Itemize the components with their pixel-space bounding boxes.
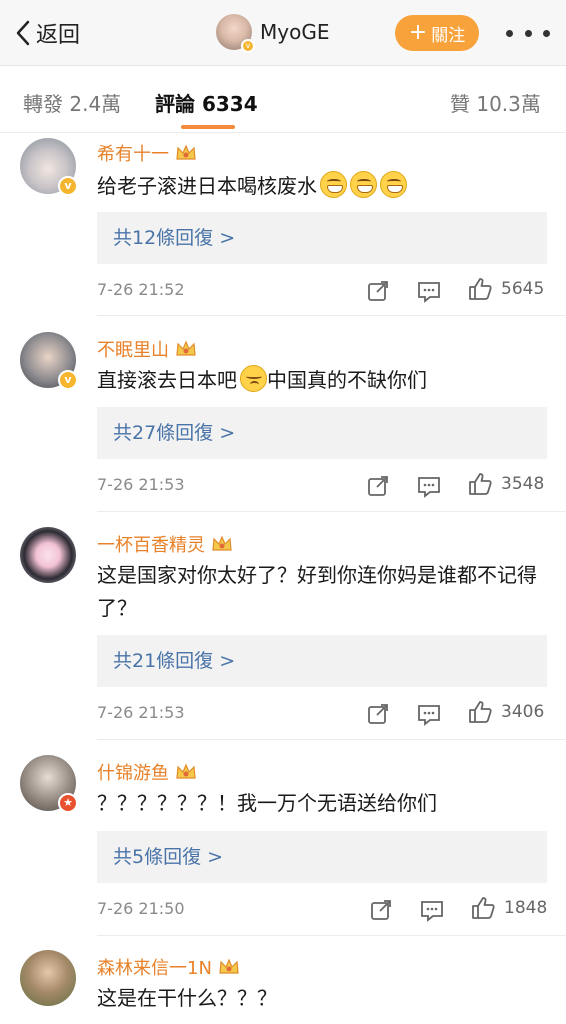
like-button[interactable]: 3406 xyxy=(467,699,544,725)
chevron-left-icon xyxy=(16,20,30,46)
comment-text-body: 中国真的不缺你们 xyxy=(267,368,427,392)
comment-time: 7-26 21:53 xyxy=(97,703,185,722)
follow-label: 關注 xyxy=(431,25,466,46)
view-replies-link[interactable]: 共12條回復 > xyxy=(97,212,547,264)
avatar[interactable] xyxy=(20,950,76,1006)
comment-text-body: 直接滚去日本吧 xyxy=(97,368,237,392)
like-button[interactable]: 1848 xyxy=(470,895,547,921)
comment-time: 7-26 21:52 xyxy=(97,280,185,299)
like-count: 1848 xyxy=(504,898,548,918)
member-crown-icon xyxy=(176,144,196,160)
member-crown-icon xyxy=(219,958,239,974)
comment-icon[interactable] xyxy=(416,701,442,727)
comment-meta: 7-26 21:50 1848 xyxy=(97,895,547,925)
thumbs-up-icon xyxy=(469,701,492,723)
comment-icon[interactable] xyxy=(416,278,442,304)
comment-time: 7-26 21:53 xyxy=(97,475,185,494)
member-crown-icon xyxy=(176,763,196,779)
tab-reposts[interactable]: 轉發 2.4萬 xyxy=(23,88,121,117)
view-replies-link[interactable]: 共21條回復 > xyxy=(97,635,547,687)
like-count: 3548 xyxy=(501,474,545,494)
comment-meta: 7-26 21:53 3548 xyxy=(97,471,547,501)
tab-bar: 轉發 2.4萬 評論 6334 贊 10.3萬 xyxy=(0,67,566,133)
like-count: 3406 xyxy=(501,702,545,722)
share-icon[interactable] xyxy=(365,278,391,304)
avatar[interactable]: ★ xyxy=(20,755,78,813)
comment-time: 7-26 21:50 xyxy=(97,899,185,918)
commenter-name[interactable]: 森林来信一1N xyxy=(97,954,212,980)
share-icon[interactable] xyxy=(365,701,391,727)
comment-header: 森林来信一1N xyxy=(97,954,240,980)
share-icon[interactable] xyxy=(365,473,391,499)
top-nav-bar: 返回 v MyoGE + 關注 xyxy=(0,0,566,66)
tab-likes[interactable]: 贊 10.3萬 xyxy=(450,88,541,117)
back-label: 返回 xyxy=(36,23,81,48)
thumbs-up-icon xyxy=(472,897,495,919)
comment-icon[interactable] xyxy=(419,897,445,923)
like-count: 5645 xyxy=(501,279,545,299)
grin-emoji-icon xyxy=(350,171,377,198)
avatar[interactable]: v xyxy=(20,138,78,196)
view-replies-link[interactable]: 共5條回復 > xyxy=(97,831,547,883)
back-button[interactable]: 返回 xyxy=(14,17,80,49)
follow-button[interactable]: + 關注 xyxy=(395,15,479,51)
comment-text: ？？？？？？！我一万个无语送给你们 xyxy=(97,791,437,815)
thumbs-up-icon xyxy=(469,473,492,495)
comment-text: 给老子滚进日本喝核废水 xyxy=(97,170,547,203)
view-replies-link[interactable]: 共27條回復 > xyxy=(97,407,547,459)
member-crown-icon xyxy=(176,340,196,356)
comment-header: 不眠里山 xyxy=(97,336,197,362)
commenter-name[interactable]: 希有十一 xyxy=(97,140,169,166)
avatar[interactable]: v xyxy=(20,332,78,390)
member-crown-icon xyxy=(212,535,232,551)
commenter-name[interactable]: 一杯百香精灵 xyxy=(97,531,205,557)
comment-header: 什锦游鱼 xyxy=(97,759,197,785)
avatar[interactable] xyxy=(20,527,76,583)
author-name: MyoGE xyxy=(260,20,330,44)
comment-meta: 7-26 21:52 5645 xyxy=(97,276,547,306)
comment-text: 这是在干什么？？？ xyxy=(97,986,277,1010)
avatar[interactable]: v xyxy=(216,14,255,53)
comment-text: 这是国家对你太好了？好到你连你妈是谁都不记得了？ xyxy=(97,563,537,620)
commenter-name[interactable]: 不眠里山 xyxy=(97,336,169,362)
verified-badge-icon: v xyxy=(58,176,78,196)
verified-badge-icon: v xyxy=(58,370,78,390)
divider xyxy=(97,935,566,936)
comment-header: 一杯百香精灵 xyxy=(97,531,233,557)
plus-icon: + xyxy=(408,20,428,45)
thumbs-up-icon xyxy=(469,278,492,300)
divider xyxy=(97,315,566,316)
comment-text-body: 给老子滚进日本喝核废水 xyxy=(97,174,317,198)
share-icon[interactable] xyxy=(368,897,394,923)
comment-meta: 7-26 21:53 3406 xyxy=(97,699,547,729)
like-button[interactable]: 5645 xyxy=(467,276,544,302)
sad-emoji-icon xyxy=(240,365,267,392)
more-options-icon[interactable] xyxy=(506,22,550,44)
tab-comments[interactable]: 評論 6334 xyxy=(155,88,258,117)
verified-badge-icon: v xyxy=(241,39,255,53)
grin-emoji-icon xyxy=(320,171,347,198)
comment-icon[interactable] xyxy=(416,473,442,499)
divider xyxy=(97,739,566,740)
comment-header: 希有十一 xyxy=(97,140,197,166)
like-button[interactable]: 3548 xyxy=(467,471,544,497)
post-author[interactable]: v MyoGE xyxy=(216,14,330,53)
grin-emoji-icon xyxy=(380,171,407,198)
divider xyxy=(97,511,566,512)
commenter-name[interactable]: 什锦游鱼 xyxy=(97,759,169,785)
comment-text: 直接滚去日本吧 中国真的不缺你们 xyxy=(97,364,547,397)
star-badge-icon: ★ xyxy=(58,793,78,813)
active-tab-indicator xyxy=(181,125,235,129)
